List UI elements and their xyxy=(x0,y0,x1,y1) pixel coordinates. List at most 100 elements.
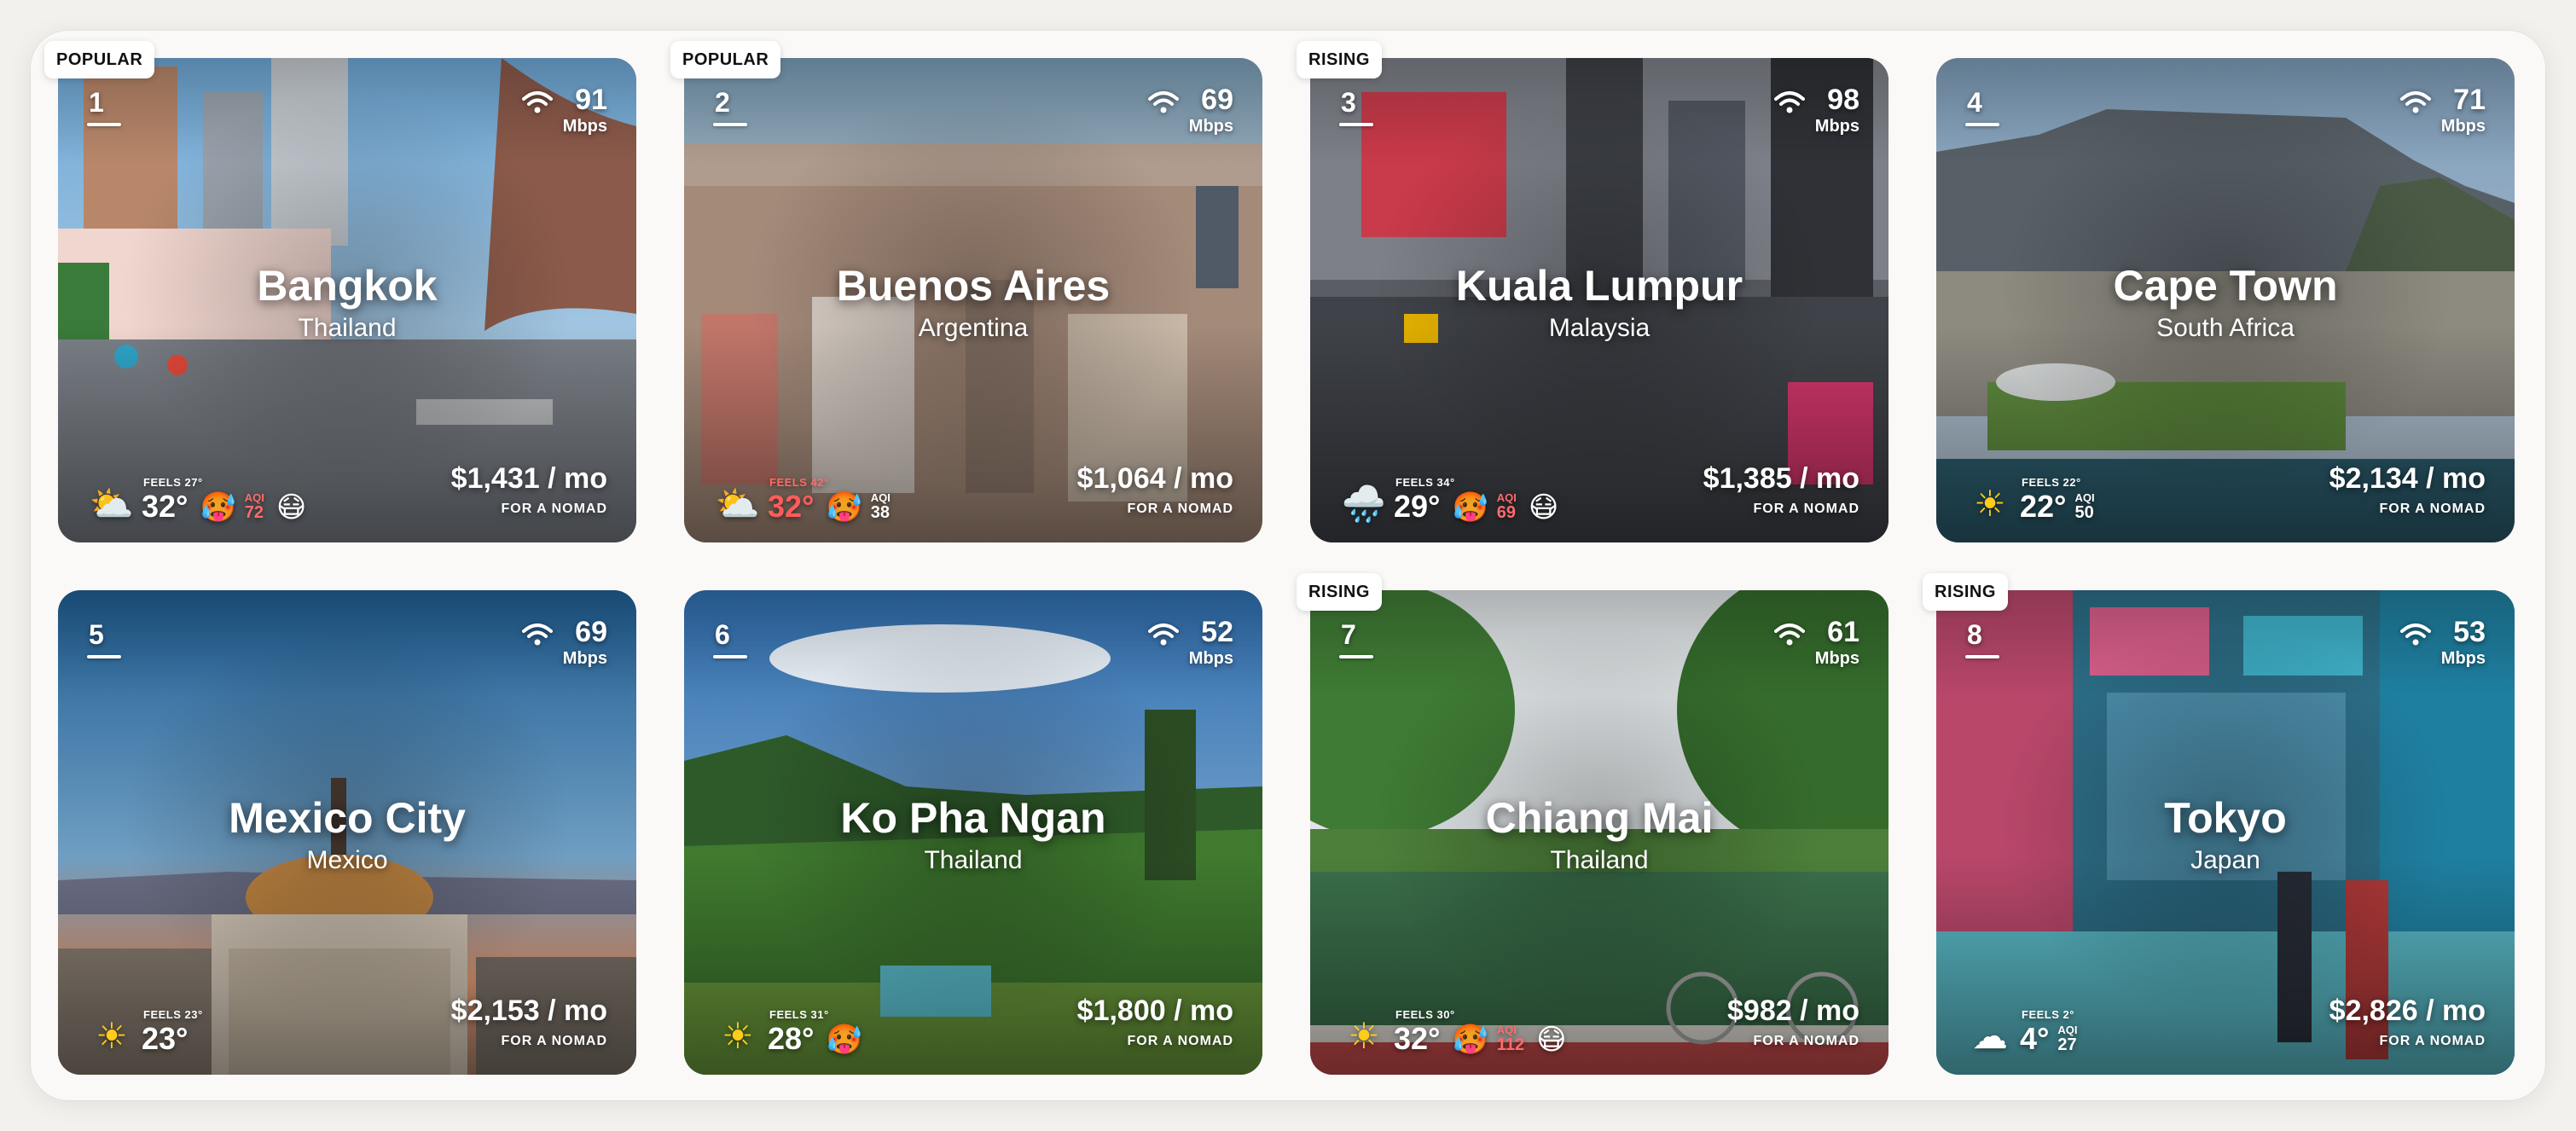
city-name: Chiang Mai xyxy=(1485,794,1714,842)
rain-cloud-icon: 🌧️ xyxy=(1341,484,1387,524)
city-card-chiang-mai[interactable]: 7 61 Mbps Chiang Mai Thailand ☀ FEELS 30°… xyxy=(1310,590,1888,1075)
mbps-value: 69 xyxy=(1201,84,1233,116)
cost-amount: $2,826 / mo xyxy=(2329,995,2486,1027)
cost-caption: FOR A NOMAD xyxy=(2379,1034,2486,1048)
city-card-buenos-aires[interactable]: 2 69 Mbps Buenos Aires Argentina ⛅ FEELS … xyxy=(684,58,1262,542)
cost-amount: $1,431 / mo xyxy=(450,462,607,495)
rank-number: 1 xyxy=(89,87,104,118)
feels-like: FEELS 34° xyxy=(1395,476,1455,489)
hot-face-icon: 🥵 xyxy=(1452,491,1488,524)
temperature: 32° xyxy=(768,489,815,524)
aqi-indicator: AQI 27 xyxy=(2057,1024,2078,1054)
rank-number: 5 xyxy=(89,619,104,650)
wifi-icon xyxy=(1147,91,1179,113)
aqi-indicator: AQI 38 xyxy=(870,491,891,522)
weather-summary: 🌧️ FEELS 34° 29° 🥵 AQI 69 😷 xyxy=(1341,476,1559,524)
monthly-cost: $2,153 / mo FOR A NOMAD xyxy=(451,996,607,1049)
internet-speed: 98 Mbps xyxy=(1773,85,1859,136)
monthly-cost: $2,134 / mo FOR A NOMAD xyxy=(2329,464,2486,517)
city-card-cape-town[interactable]: 4 71 Mbps Cape Town South Africa ☀ FEELS … xyxy=(1936,58,2515,542)
weather-summary: ⛅ FEELS 42° 32° 🥵 AQI 38 xyxy=(715,476,891,522)
rank-number: 6 xyxy=(715,619,730,650)
cost-caption: FOR A NOMAD xyxy=(1753,1034,1859,1048)
wifi-icon xyxy=(521,91,553,113)
sun-icon: ☀ xyxy=(722,1016,754,1056)
weather-summary: ☁ FEELS 2° 4° AQI 27 xyxy=(1967,1008,2078,1054)
wifi-icon xyxy=(521,624,553,646)
wifi-icon xyxy=(1773,91,1805,113)
rank-underline xyxy=(713,123,747,126)
internet-speed: 52 Mbps xyxy=(1147,618,1233,667)
wifi-icon xyxy=(1147,624,1179,646)
internet-speed: 61 Mbps xyxy=(1773,616,1859,667)
city-card-kuala-lumpur[interactable]: 3 98 Mbps Kuala Lumpur Malaysia 🌧️ FEELS … xyxy=(1310,58,1888,542)
hot-face-icon: 🥵 xyxy=(200,491,236,524)
partly-cloudy-icon: ⛅ xyxy=(89,484,135,524)
weather-summary: ☀ FEELS 22° 22° AQI 50 xyxy=(1967,476,2095,524)
city-card-bangkok[interactable]: 1 91 Mbps Bangkok Thailand ⛅ FEELS 27° 32°… xyxy=(58,58,636,542)
mbps-unit: Mbps xyxy=(562,117,607,136)
mbps-value: 91 xyxy=(575,84,607,116)
weather-summary: ☀ FEELS 23° 23° xyxy=(89,1008,202,1054)
feels-like: FEELS 42° xyxy=(769,476,829,489)
rank-underline xyxy=(87,123,121,126)
cost-amount: $982 / mo xyxy=(1727,995,1859,1027)
hot-face-icon: 🥵 xyxy=(826,491,862,524)
country-name: Mexico xyxy=(306,846,388,874)
temperature: 29° xyxy=(1394,489,1441,524)
feels-like: FEELS 31° xyxy=(769,1008,829,1021)
cost-amount: $2,153 / mo xyxy=(450,995,607,1027)
rank-number: 7 xyxy=(1341,619,1356,650)
feels-like: FEELS 27° xyxy=(143,476,203,489)
hot-face-icon: 🥵 xyxy=(826,1024,862,1056)
rising-badge: RISING xyxy=(1297,41,1382,78)
city-name: Kuala Lumpur xyxy=(1455,262,1743,310)
sun-icon: ☀ xyxy=(1348,1016,1380,1056)
rank-underline xyxy=(1965,655,1999,658)
temperature: 32° xyxy=(1394,1021,1441,1056)
rank-underline xyxy=(713,655,747,658)
mask-face-icon: 😷 xyxy=(1528,491,1559,524)
rank-number: 2 xyxy=(715,87,730,118)
popular-badge: POPULAR xyxy=(44,41,155,78)
temperature: 22° xyxy=(2020,489,2067,524)
mbps-value: 61 xyxy=(1827,616,1859,648)
rank-underline xyxy=(1339,123,1373,126)
partly-cloudy-icon: ⛅ xyxy=(715,484,761,524)
aqi-indicator: AQI 50 xyxy=(2074,491,2095,522)
internet-speed: 53 Mbps xyxy=(2399,618,2486,667)
mbps-unit: Mbps xyxy=(562,649,607,668)
feels-like: FEELS 2° xyxy=(2022,1008,2074,1021)
city-card-tokyo[interactable]: 8 53 Mbps Tokyo Japan ☁ FEELS 2° 4° AQI 27 … xyxy=(1936,590,2515,1075)
sun-icon: ☀ xyxy=(1974,484,2006,524)
weather-summary: ⛅ FEELS 27° 32° 🥵 AQI 72 😷 xyxy=(89,476,307,524)
internet-speed: 69 Mbps xyxy=(1147,84,1233,135)
mbps-value: 69 xyxy=(575,616,607,648)
rising-badge: RISING xyxy=(1297,573,1382,611)
mbps-value: 71 xyxy=(2453,84,2486,116)
mbps-unit: Mbps xyxy=(2440,117,2486,136)
cost-caption: FOR A NOMAD xyxy=(1127,1034,1233,1048)
country-name: Malaysia xyxy=(1548,314,1651,342)
city-card-mexico-city[interactable]: 5 69 Mbps Mexico City Mexico ☀ FEELS 23° 2… xyxy=(58,590,636,1075)
rank-number: 8 xyxy=(1967,619,1982,650)
country-name: Argentina xyxy=(918,314,1029,342)
temperature: 28° xyxy=(768,1021,815,1056)
monthly-cost: $1,431 / mo FOR A NOMAD xyxy=(451,464,607,517)
city-name: Cape Town xyxy=(2113,262,2338,310)
mbps-unit: Mbps xyxy=(1814,117,1859,136)
monthly-cost: $1,800 / mo FOR A NOMAD xyxy=(1077,996,1233,1049)
country-name: Japan xyxy=(2190,846,2260,874)
rank-number: 4 xyxy=(1967,87,1982,118)
feels-like: FEELS 23° xyxy=(143,1008,203,1021)
temperature: 32° xyxy=(142,489,189,524)
mask-face-icon: 😷 xyxy=(1536,1024,1567,1056)
internet-speed: 69 Mbps xyxy=(521,616,607,668)
monthly-cost: $2,826 / mo FOR A NOMAD xyxy=(2329,996,2486,1049)
cost-caption: FOR A NOMAD xyxy=(501,1034,607,1048)
cost-caption: FOR A NOMAD xyxy=(1753,502,1859,516)
rank-underline xyxy=(1965,123,1999,126)
country-name: South Africa xyxy=(2156,314,2295,342)
city-card-ko-pha-ngan[interactable]: 6 52 Mbps Ko Pha Ngan Thailand ☀ FEELS 31… xyxy=(684,590,1262,1075)
internet-speed: 71 Mbps xyxy=(2399,84,2486,136)
